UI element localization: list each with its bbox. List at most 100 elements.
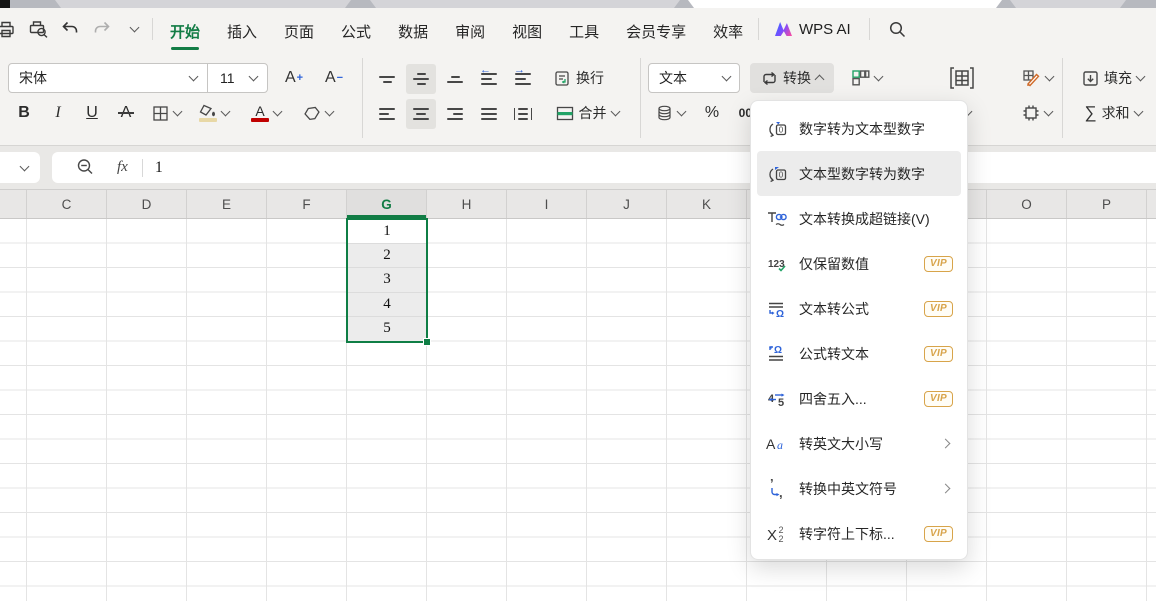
underline-button[interactable]: U	[78, 98, 106, 128]
border-frame-button[interactable]	[1014, 98, 1060, 128]
rows-columns-button[interactable]	[843, 63, 889, 93]
grid-body[interactable]	[0, 219, 1156, 601]
column-header-stub	[0, 190, 27, 218]
align-top-button[interactable]	[372, 64, 402, 94]
menu-item[interactable]: 文本转换成超链接(V)	[757, 196, 961, 241]
menu-item[interactable]: X22转字符上下标...VIP	[757, 511, 961, 556]
document-tab[interactable]	[1010, 0, 1126, 8]
rounding-icon: 45	[765, 389, 789, 409]
document-tab[interactable]	[370, 0, 680, 8]
menu-item[interactable]: 123仅保留数值VIP	[757, 241, 961, 286]
menu-item[interactable]: 0文本型数字转为数字	[757, 151, 961, 196]
bold-button[interactable]: B	[10, 98, 38, 128]
menu-item[interactable]: 0数字转为文本型数字	[757, 106, 961, 151]
align-bottom-button[interactable]	[440, 64, 470, 94]
menu-item[interactable]: ’,转换中英文符号	[757, 466, 961, 511]
print-preview-button[interactable]	[24, 14, 52, 44]
cell-options-button[interactable]	[940, 61, 984, 95]
style-brush-button[interactable]	[1014, 63, 1060, 93]
fx-icon[interactable]: fx	[117, 159, 128, 176]
document-tab-active[interactable]	[688, 0, 1002, 8]
distributed-align-button[interactable]	[508, 99, 538, 129]
wps-ai-label[interactable]: WPS AI	[799, 21, 851, 38]
column-header-O[interactable]: O	[987, 190, 1067, 218]
column-header-F[interactable]: F	[267, 190, 347, 218]
fill-handle[interactable]	[423, 338, 431, 346]
decrease-font-button[interactable]: A−	[317, 63, 351, 93]
menu-item[interactable]: 45四舍五入...VIP	[757, 376, 961, 421]
column-header-I[interactable]: I	[507, 190, 587, 218]
redo-button[interactable]	[88, 14, 116, 44]
formula-value[interactable]: 1	[155, 159, 163, 177]
fill-button[interactable]: 填充	[1072, 63, 1154, 93]
save-button[interactable]	[0, 14, 20, 44]
formula-bar: fx 1	[0, 146, 1156, 190]
borders-button[interactable]	[146, 98, 186, 128]
document-tab[interactable]	[55, 0, 351, 8]
column-headers: CDEFGHIJKLMNOP	[0, 190, 1156, 219]
menu-tab-公式[interactable]: 公式	[341, 17, 371, 46]
menu-tab-视图[interactable]: 视图	[512, 17, 542, 46]
decrease-indent-button[interactable]: ←	[474, 64, 504, 94]
font-size-select[interactable]: 11	[220, 70, 250, 86]
number-format-value: 文本	[659, 68, 723, 88]
menu-tab-页面[interactable]: 页面	[284, 17, 314, 46]
menu-item[interactable]: Aa转英文大小写	[757, 421, 961, 466]
column-header-C[interactable]: C	[27, 190, 107, 218]
selected-cell-g1[interactable]: 1	[348, 220, 426, 244]
column-header-P[interactable]: P	[1067, 190, 1147, 218]
menu-tab-工具[interactable]: 工具	[569, 17, 599, 46]
undo-button[interactable]	[56, 14, 84, 44]
font-size-chevron-icon[interactable]	[249, 72, 259, 82]
menu-tab-会员专享[interactable]: 会员专享	[626, 17, 686, 46]
italic-button[interactable]: I	[44, 98, 72, 128]
menu-item-label: 文本转公式	[799, 299, 914, 319]
menu-tab-插入[interactable]: 插入	[227, 17, 257, 46]
font-name-select[interactable]: 宋体	[19, 68, 190, 88]
formula-input-area[interactable]: fx 1	[52, 152, 1156, 183]
clear-format-button[interactable]	[296, 98, 340, 128]
selected-cell-g2[interactable]: 2	[348, 244, 426, 268]
selected-cell-g4[interactable]: 4	[348, 293, 426, 317]
currency-format-button[interactable]	[650, 98, 690, 128]
selected-cell-g5[interactable]: 5	[348, 317, 426, 341]
font-color-button[interactable]: A	[244, 98, 288, 128]
menu-tab-审阅[interactable]: 审阅	[455, 17, 485, 46]
name-box[interactable]	[0, 152, 40, 183]
align-middle-button[interactable]	[406, 64, 436, 94]
font-name-chevron-icon[interactable]	[189, 72, 199, 82]
justify-button[interactable]	[474, 99, 504, 129]
number-format-combo[interactable]: 文本	[648, 63, 740, 93]
divider	[1062, 58, 1063, 138]
menu-item[interactable]: Ω公式转文本VIP	[757, 331, 961, 376]
search-icon[interactable]	[888, 20, 907, 39]
align-left-button[interactable]	[372, 99, 402, 129]
convert-button[interactable]: 转换	[750, 63, 834, 93]
column-header-H[interactable]: H	[427, 190, 507, 218]
fill-color-bar	[199, 118, 217, 122]
selected-cell-g3[interactable]: 3	[348, 268, 426, 292]
fill-color-button[interactable]	[192, 98, 236, 128]
column-header-K[interactable]: K	[667, 190, 747, 218]
strikethrough-button[interactable]: A	[112, 98, 140, 128]
sum-button[interactable]: ∑ 求和	[1072, 98, 1154, 128]
menu-item[interactable]: Ω文本转公式VIP	[757, 286, 961, 331]
align-center-button[interactable]	[406, 99, 436, 129]
divider	[152, 18, 153, 40]
merge-cells-button[interactable]: 合并	[546, 98, 628, 128]
align-right-button[interactable]	[440, 99, 470, 129]
column-header-G[interactable]: G	[347, 190, 427, 218]
wrap-text-button[interactable]: 换行	[546, 63, 612, 93]
increase-font-button[interactable]: A+	[277, 63, 311, 93]
cell-selection-g1-g5[interactable]: 12345	[346, 218, 428, 343]
column-header-J[interactable]: J	[587, 190, 667, 218]
column-header-D[interactable]: D	[107, 190, 187, 218]
column-header-E[interactable]: E	[187, 190, 267, 218]
qat-more-chevron-icon[interactable]	[120, 14, 148, 44]
menu-tab-效率[interactable]: 效率	[713, 17, 743, 46]
increase-indent-button[interactable]: →	[508, 64, 538, 94]
menu-tab-数据[interactable]: 数据	[398, 17, 428, 46]
percent-format-button[interactable]: %	[698, 98, 726, 128]
zoom-out-icon[interactable]	[76, 158, 95, 177]
menu-tab-开始[interactable]: 开始	[170, 17, 200, 46]
